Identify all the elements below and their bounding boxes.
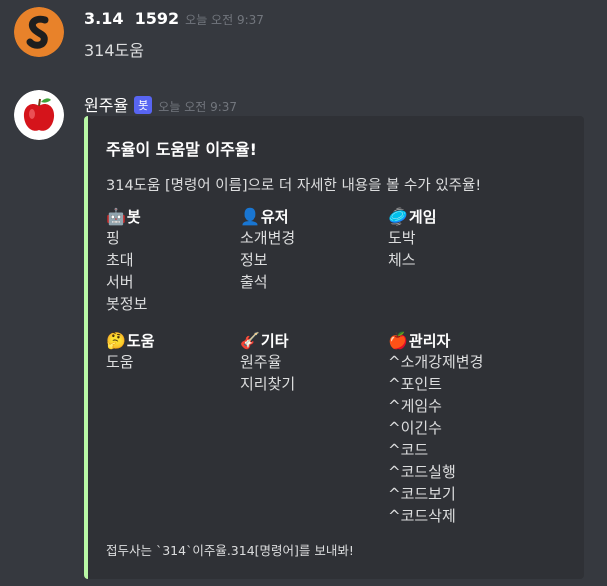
user-avatar[interactable] [14,7,64,57]
command-item: 봇정보 [106,295,148,313]
command-item: 도박 [388,229,416,247]
command-item: 체스 [388,251,416,269]
timestamp: 오늘 오전 9:37 [185,13,264,27]
command-item: 정보 [240,251,268,269]
embed-footer: 접두사는 `314`이주율.314[명령어]를 보내봐! [106,543,354,558]
command-item: ^코드 [388,441,429,459]
bot-avatar[interactable] [14,90,64,140]
field-name: 관리자 [408,331,451,350]
command-item: 출석 [240,273,268,291]
command-item: ^코드보기 [388,485,456,503]
help-embed: 주율이 도움말 이주율! 314도움 [명령어 이름]으로 더 자세한 내용을 … [84,116,584,579]
field-etc: 🎸 기타 원주율 지리찾기 [240,329,295,395]
apple-icon [14,90,64,140]
command-item: ^포인트 [388,375,442,393]
field-game: 🥏 게임 도박 체스 [388,205,437,271]
embed-description: 314도움 [명령어 이름]으로 더 자세한 내용을 볼 수가 있주율! [106,178,482,194]
apple-icon: 🍎 [388,330,408,350]
command-item: ^게임수 [388,397,442,415]
field-help: 🤔 도움 도움 [106,329,155,373]
command-item: 초대 [106,251,134,269]
user-icon: 👤 [240,206,260,226]
embed-title: 주율이 도움말 이주율! [106,140,257,159]
thinking-icon: 🤔 [106,330,126,350]
s-logo-icon [14,7,64,57]
field-bot: 🤖 봇 핑 초대 서버 봇정보 [106,205,147,315]
command-item: 서버 [106,273,134,291]
bot-badge: 봇 [134,96,153,114]
robot-icon: 🤖 [106,206,126,226]
command-item: 원주율 [240,353,282,371]
message-content: 314도움 [84,41,144,60]
field-name: 도움 [126,331,155,350]
command-item: 지리찾기 [240,375,296,393]
command-item: ^코드삭제 [388,507,456,525]
field-name: 유저 [260,207,289,226]
guitar-icon: 🎸 [240,330,260,350]
author-name[interactable]: 원주율 [84,92,128,116]
field-user: 👤 유저 소개변경 정보 출석 [240,205,295,293]
field-name: 봇 [126,207,141,226]
author-name[interactable]: 3.14 1592 [84,9,179,28]
field-admin: 🍎 관리자 ^소개강제변경 ^포인트 ^게임수 ^이긴수 ^코드 ^코드실행 ^코… [388,329,483,527]
command-item: ^코드실행 [388,463,456,481]
command-item: 소개변경 [240,229,296,247]
field-name: 기타 [260,331,289,350]
command-item: 핑 [106,229,120,247]
command-item: ^이긴수 [388,419,442,437]
field-name: 게임 [408,207,437,226]
command-item: ^소개강제변경 [388,353,484,371]
disc-icon: 🥏 [388,206,408,226]
timestamp: 오늘 오전 9:37 [158,100,238,114]
command-item: 도움 [106,353,134,371]
